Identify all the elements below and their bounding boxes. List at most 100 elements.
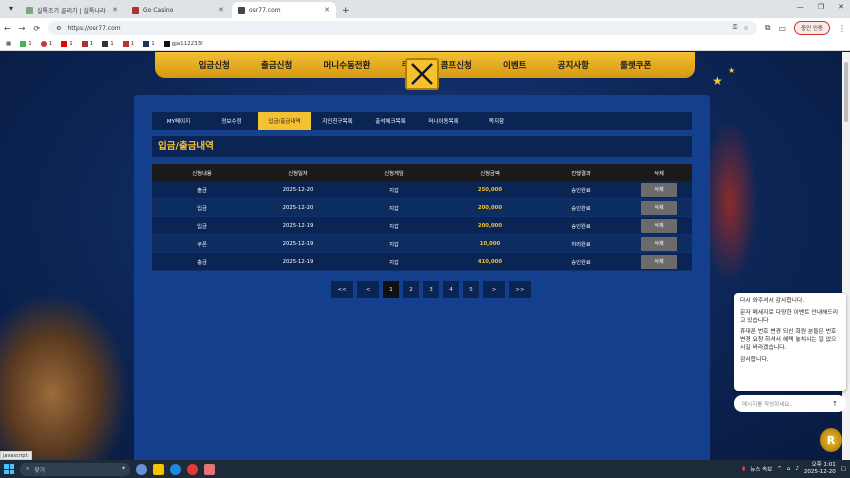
last-page-button[interactable]: >> — [509, 281, 531, 298]
subnav-transactions[interactable]: 입금/출금내역 — [258, 112, 311, 130]
first-page-button[interactable]: << — [331, 281, 353, 298]
star-icon[interactable]: ☆ — [743, 25, 748, 32]
chrome-window-icon[interactable] — [204, 463, 215, 475]
nav-event[interactable]: 이벤트 — [503, 59, 526, 71]
bookmark-item[interactable]: 1 — [143, 41, 155, 47]
chat-message: 휴대폰 번호 변경 되신 회원 분들은 번호 변경 요청 하셔서 혜택 놓치시는… — [740, 329, 837, 352]
site-favicon — [26, 6, 33, 14]
delete-button[interactable]: 삭제 — [641, 182, 677, 197]
browser-tab[interactable]: Go Casino ✕ — [126, 2, 230, 18]
subnav-money-moves[interactable]: 머니이동목록 — [417, 112, 470, 130]
new-tab-icon[interactable]: + — [342, 6, 350, 16]
key-icon[interactable]: ⚿ — [733, 24, 738, 32]
bookmark-item[interactable]: 1 — [81, 41, 93, 47]
tab-strip: ▾ 실톡조기 골리기 | 실톡나라 - ... ✕ Go Casino ✕ osr7… — [0, 0, 850, 18]
nav-deposit[interactable]: 입금신청 — [199, 59, 230, 71]
table-row: 쿠폰 2025-12-19 지갑 10,000 처리완료 삭제 — [152, 235, 692, 253]
chevron-up-icon[interactable]: ^ — [777, 466, 782, 472]
page-button[interactable]: 2 — [403, 281, 419, 298]
volume-icon[interactable]: ♪ — [795, 466, 799, 472]
edge-icon[interactable] — [170, 463, 181, 475]
profile-button[interactable]: 중인 인증 — [794, 21, 830, 35]
file-explorer-icon[interactable] — [153, 463, 164, 475]
bookmark-item[interactable]: 1 — [122, 41, 134, 47]
subnav-mypage[interactable]: MY페이지 — [152, 112, 205, 130]
bookmark-item[interactable]: 1 — [20, 41, 32, 47]
taskbar-search[interactable]: ⌕ 찾기 ✦ — [20, 462, 130, 476]
minimize-icon[interactable]: — — [797, 3, 804, 11]
browser-toolbar: ← → ⟳ ⚙ https://osr77.com ⚿ ☆ ⧉ ▭ 중인 인증 ⋮ — [0, 18, 850, 38]
back-icon[interactable]: ← — [4, 24, 11, 33]
bookmark-item[interactable]: 1 — [40, 41, 52, 47]
extensions-icon[interactable]: ⧉ — [765, 23, 771, 33]
delete-button[interactable]: 삭제 — [641, 200, 677, 215]
chat-input[interactable]: 메시지를 작성하세요.. ↑ — [734, 395, 846, 412]
cell-game: 지갑 — [389, 259, 399, 266]
page-button[interactable]: 4 — [443, 281, 459, 298]
address-bar[interactable]: ⚙ https://osr77.com ⚿ ☆ — [48, 21, 757, 35]
delete-button[interactable]: 삭제 — [641, 236, 677, 251]
news-icon: ▮ — [742, 466, 746, 472]
subnav-edit-info[interactable]: 정보수정 — [205, 112, 258, 130]
windows-start-icon[interactable] — [4, 464, 14, 474]
forward-icon[interactable]: → — [19, 24, 26, 33]
table-row: 출금 2025-12-20 지갑 250,000 승인완료 삭제 — [152, 181, 692, 199]
close-icon[interactable] — [405, 58, 439, 90]
subnav-messages[interactable]: 쪽지함 — [470, 112, 523, 130]
nav-comp[interactable]: 콤프신청 — [441, 59, 472, 71]
network-icon[interactable]: ⌂ — [787, 466, 791, 472]
delete-button[interactable]: 삭제 — [641, 218, 677, 233]
nav-withdraw[interactable]: 출금신청 — [261, 59, 292, 71]
maximize-icon[interactable]: ❐ — [818, 3, 824, 11]
scrollbar-thumb[interactable] — [844, 62, 848, 122]
close-tab-icon[interactable]: ✕ — [112, 6, 118, 14]
nav-money-transfer[interactable]: 머니수동전환 — [323, 59, 370, 71]
page-button[interactable]: 3 — [423, 281, 439, 298]
menu-icon[interactable]: ⋮ — [838, 24, 846, 33]
bookmark-item[interactable]: 1 — [102, 41, 114, 47]
page-button[interactable]: 1 — [383, 281, 399, 298]
delete-button[interactable]: 삭제 — [641, 254, 677, 269]
close-window-icon[interactable]: ✕ — [838, 3, 844, 11]
notification-icon[interactable]: ▢ — [841, 466, 846, 472]
widgets-icon[interactable] — [136, 463, 147, 475]
page-button[interactable]: 5 — [463, 281, 479, 298]
cell-amount: 200,000 — [477, 222, 503, 229]
subnav-attendance[interactable]: 출석체크목록 — [364, 112, 417, 130]
news-label[interactable]: 뉴스 속보 — [750, 465, 772, 473]
bookmark-item[interactable]: gja112233l — [163, 41, 203, 47]
reload-icon[interactable]: ⟳ — [33, 24, 40, 33]
send-arrow-icon[interactable]: ↑ — [832, 400, 838, 408]
sidebar-icon[interactable]: ▭ — [778, 24, 786, 33]
bookmark-item[interactable]: 1 — [61, 41, 73, 47]
close-tab-icon[interactable]: ✕ — [218, 6, 224, 14]
chat-message: 문자 메세지로 다양한 이벤트 안내해드리고 있습니다 — [740, 309, 839, 324]
clock[interactable]: 오후 1:01 2025-12-20 — [804, 462, 836, 475]
nav-roulette-coupon[interactable]: 룰렛쿠폰 — [620, 59, 651, 71]
column-header: 삭제 — [654, 170, 664, 177]
cell-date: 2025-12-19 — [282, 258, 314, 265]
browser-tab[interactable]: 실톡조기 골리기 | 실톡나라 - ... ✕ — [20, 2, 124, 18]
cell-type: 쿠폰 — [197, 241, 207, 248]
chat-placeholder: 메시지를 작성하세요.. — [742, 401, 793, 408]
pagination: << < 1 2 3 4 5 > >> — [331, 281, 531, 298]
tab-search-icon[interactable]: ▾ — [4, 2, 18, 16]
tiktok-icon — [163, 41, 170, 47]
chrome-icon[interactable] — [187, 463, 198, 475]
site-logo-badge[interactable]: R — [820, 428, 842, 452]
prev-page-button[interactable]: < — [357, 281, 379, 298]
subnav-friends[interactable]: 지인친구목록 — [311, 112, 364, 130]
page-viewport: ★ ★ 입금신청 출금신청 머니수동전환 쿠 콤프신청 이벤트 공지사항 룰렛쿠… — [0, 52, 842, 460]
next-page-button[interactable]: > — [483, 281, 505, 298]
cell-status: 승인완료 — [571, 259, 591, 266]
browser-tab-active[interactable]: osr77.com ✕ — [232, 2, 336, 18]
apps-icon[interactable]: ▦ — [6, 41, 11, 47]
bookmark-icon — [102, 41, 109, 47]
nav-notice[interactable]: 공지사항 — [558, 59, 589, 71]
bookmark-icon — [122, 41, 129, 47]
tab-title: osr77.com — [249, 6, 281, 14]
cell-date: 2025-12-20 — [282, 204, 314, 211]
site-info-icon[interactable]: ⚙ — [56, 25, 61, 32]
close-tab-icon[interactable]: ✕ — [324, 6, 330, 14]
cell-game: 지갑 — [389, 205, 399, 212]
